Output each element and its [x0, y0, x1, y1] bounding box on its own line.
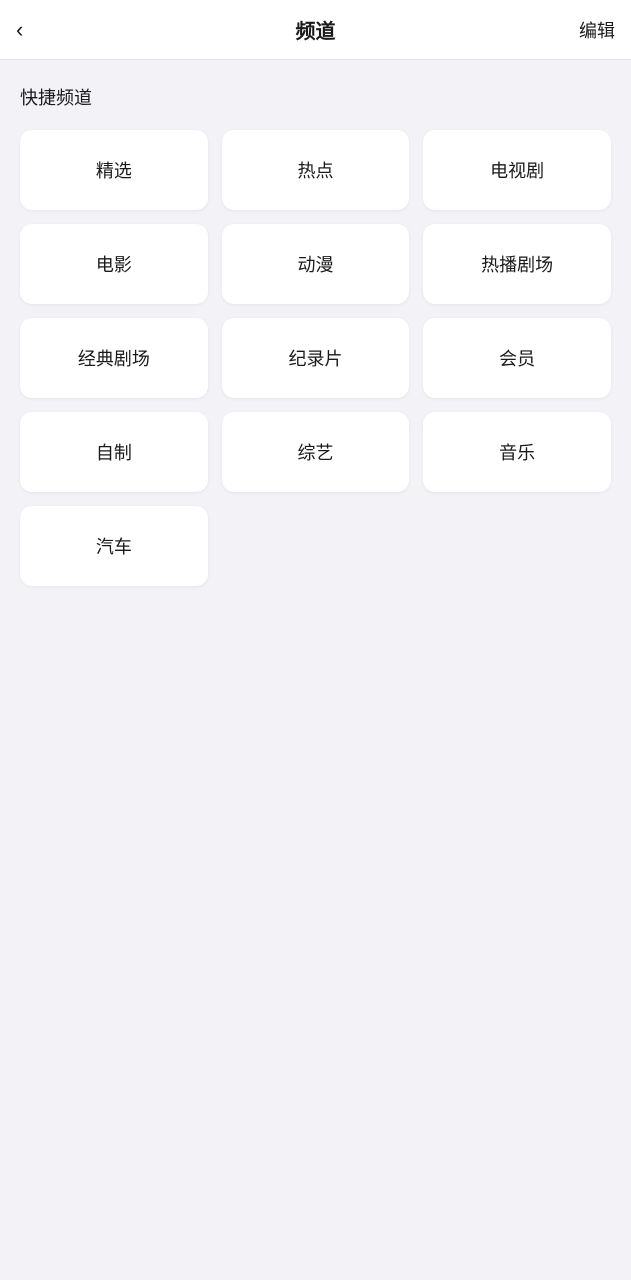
channel-item-jingdianjuchang[interactable]: 经典剧场	[20, 318, 208, 398]
back-icon: ‹	[16, 17, 23, 43]
channel-item-dongman[interactable]: 动漫	[222, 224, 410, 304]
channel-item-redian[interactable]: 热点	[222, 130, 410, 210]
channel-item-zongyi[interactable]: 综艺	[222, 412, 410, 492]
channel-item-jingxuan[interactable]: 精选	[20, 130, 208, 210]
channel-item-rebojuchang[interactable]: 热播剧场	[423, 224, 611, 304]
channel-item-qiche[interactable]: 汽车	[20, 506, 208, 586]
app-header: ‹ 频道 编辑	[0, 0, 631, 60]
channel-item-yinyue[interactable]: 音乐	[423, 412, 611, 492]
channel-item-huiyuan[interactable]: 会员	[423, 318, 611, 398]
main-content: 快捷频道 精选热点电视剧电影动漫热播剧场经典剧场纪录片会员自制综艺音乐汽车	[0, 60, 631, 610]
channel-item-zizhi[interactable]: 自制	[20, 412, 208, 492]
edit-button[interactable]: 编辑	[555, 17, 615, 43]
section-title: 快捷频道	[20, 84, 611, 110]
back-button[interactable]: ‹	[16, 17, 76, 43]
channel-item-dianying[interactable]: 电影	[20, 224, 208, 304]
channel-item-jilupian[interactable]: 纪录片	[222, 318, 410, 398]
channel-item-dianjuju[interactable]: 电视剧	[423, 130, 611, 210]
page-title: 频道	[76, 15, 555, 44]
channel-grid: 精选热点电视剧电影动漫热播剧场经典剧场纪录片会员自制综艺音乐汽车	[20, 130, 611, 586]
